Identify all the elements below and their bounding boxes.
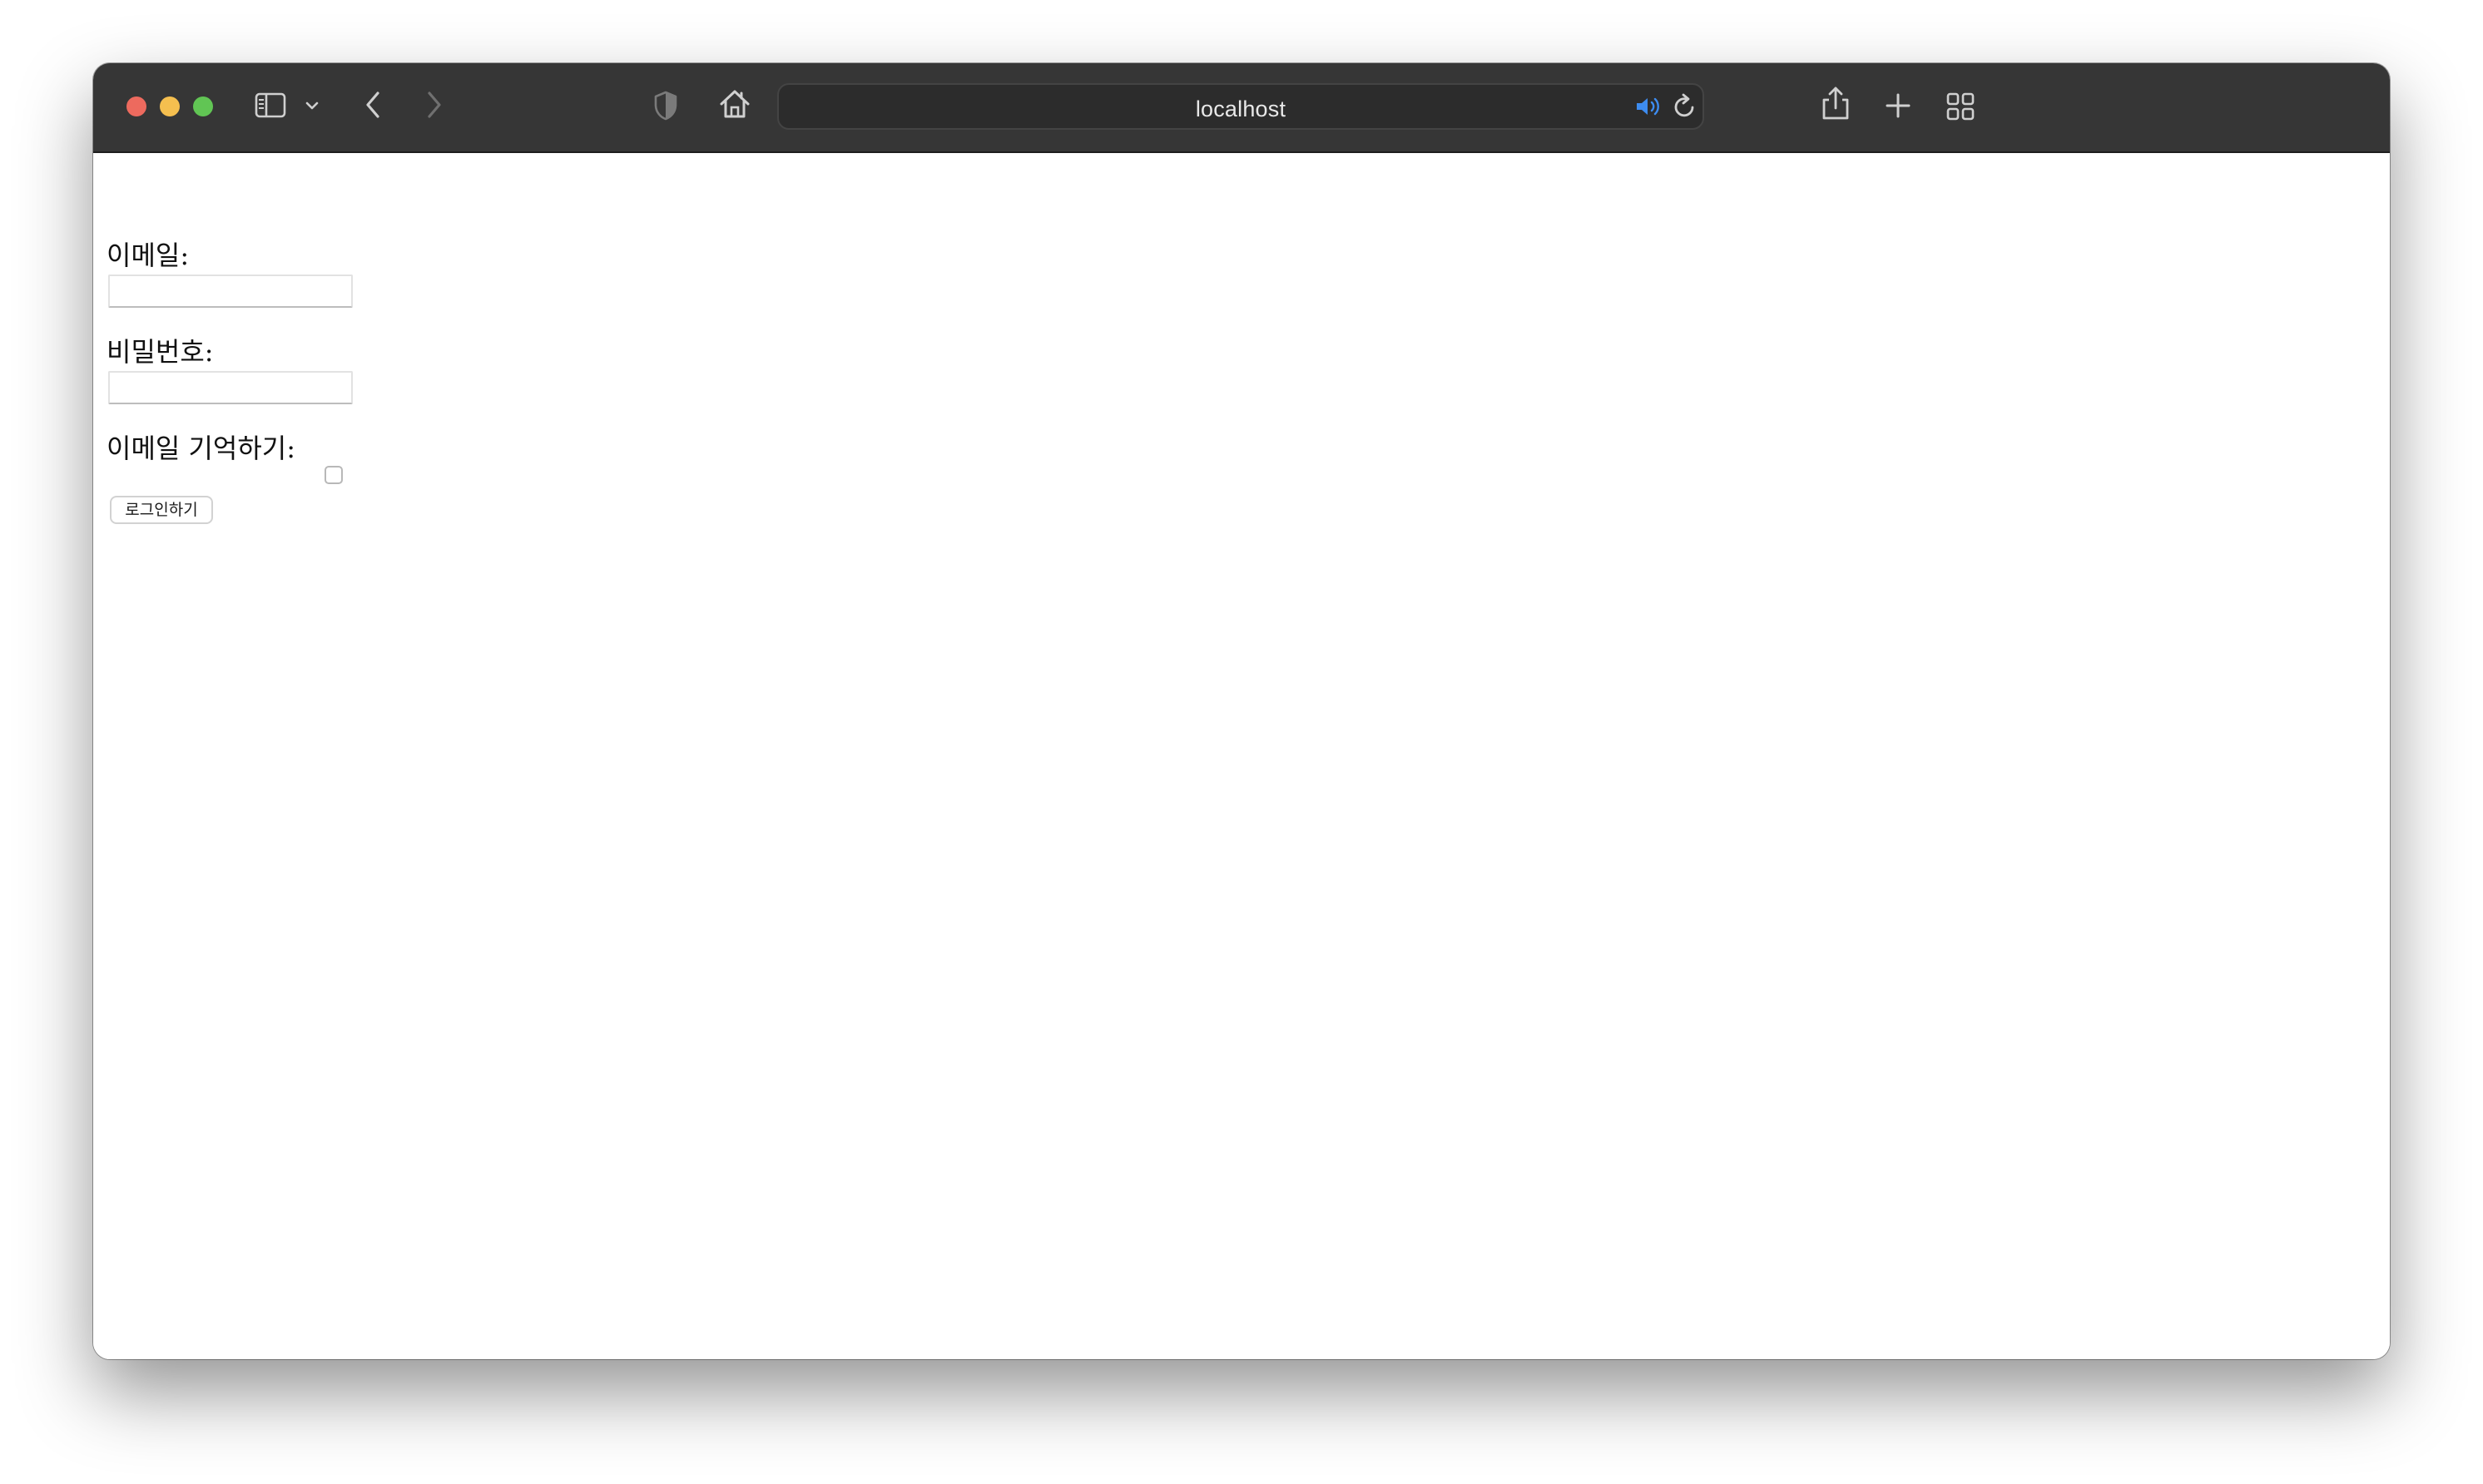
chevron-left-icon[interactable] <box>363 90 384 120</box>
speaker-icon[interactable] <box>1634 95 1663 118</box>
page-content: 이메일: 비밀번호: 이메일 기억하기: 로그인하기 <box>93 153 2390 1359</box>
share-icon[interactable] <box>1821 85 1851 121</box>
password-input[interactable] <box>108 371 353 404</box>
remember-email-label: 이메일 기억하기: <box>107 433 296 464</box>
browser-toolbar: localhost <box>93 63 2390 153</box>
chevron-right-icon[interactable] <box>423 90 444 120</box>
shield-icon[interactable] <box>652 90 679 121</box>
minimize-window-button[interactable] <box>160 96 180 116</box>
remember-email-checkbox[interactable] <box>325 466 343 484</box>
email-input[interactable] <box>108 275 353 308</box>
home-icon[interactable] <box>717 87 752 121</box>
reload-icon[interactable] <box>1673 93 1697 120</box>
address-bar[interactable]: localhost <box>777 83 1704 130</box>
email-label: 이메일: <box>107 240 190 271</box>
chevron-down-icon[interactable] <box>305 98 320 113</box>
zoom-window-button[interactable] <box>193 96 213 116</box>
grid-icon[interactable] <box>1945 92 1975 121</box>
browser-window: localhost 이메일: 비밀번호: 이메일 기억하기: 로그인하기 <box>93 63 2390 1359</box>
sidebar-icon[interactable] <box>255 92 288 120</box>
login-button[interactable]: 로그인하기 <box>110 496 213 524</box>
plus-icon[interactable] <box>1884 92 1912 120</box>
address-text: localhost <box>1195 96 1286 121</box>
password-label: 비밀번호: <box>107 336 214 368</box>
close-window-button[interactable] <box>126 96 146 116</box>
